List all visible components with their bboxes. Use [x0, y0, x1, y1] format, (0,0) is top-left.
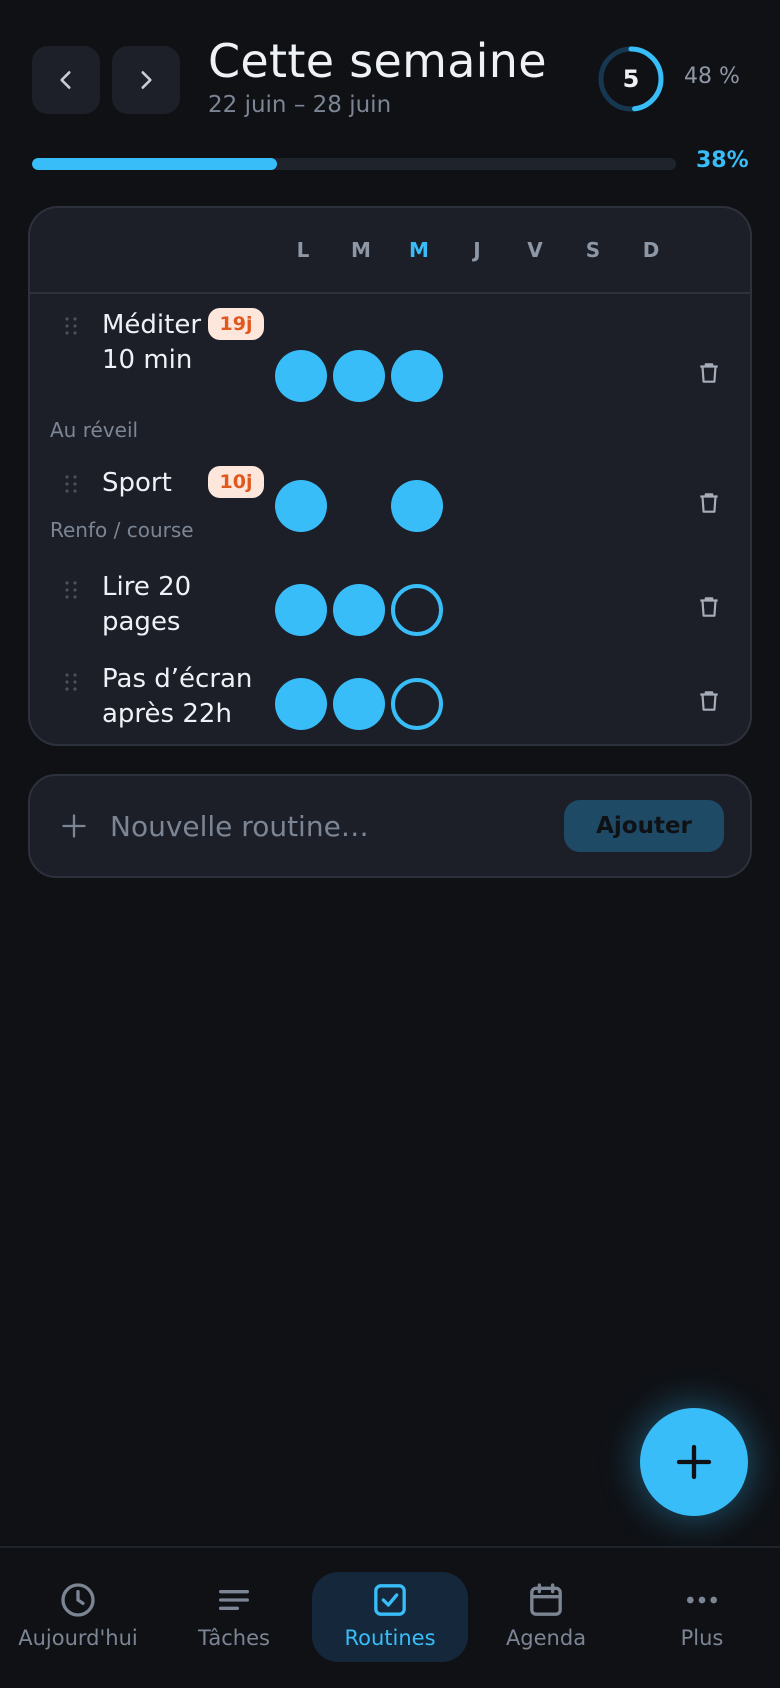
day-toggle-2[interactable]: [391, 678, 443, 730]
day-label-tue: M: [351, 238, 371, 262]
day-toggle-2[interactable]: [391, 350, 443, 402]
streak-badge: 10j: [208, 466, 264, 498]
day-toggle-1[interactable]: [333, 584, 385, 636]
more-icon: [687, 1596, 717, 1604]
chevron-left-icon: [60, 71, 71, 89]
day-toggle-4[interactable]: [507, 350, 559, 402]
day-toggle-1[interactable]: [333, 678, 385, 730]
day-toggle-6[interactable]: [623, 584, 675, 636]
day-toggle-5[interactable]: [565, 480, 617, 532]
trash-icon[interactable]: [696, 490, 722, 516]
day-toggle-0[interactable]: [275, 584, 327, 636]
day-label-thu: J: [473, 238, 481, 262]
check-square-icon: [374, 1584, 406, 1616]
routines-screen: Cette semaine 22 juin – 28 juin 5 48 % 3…: [0, 0, 780, 1688]
bottom-navigation: Aujourd'hui Tâches Routines Agenda Plus: [0, 1546, 780, 1688]
streak-badge: 19j: [208, 308, 264, 340]
week-progress-label: 38%: [696, 148, 749, 173]
tab-aujourdhui[interactable]: Aujourd'hui: [0, 1572, 156, 1662]
drag-handle-icon[interactable]: [64, 580, 78, 600]
previous-week-button[interactable]: [32, 46, 100, 114]
routine-subtitle: Au réveil: [50, 418, 139, 442]
tab-taches[interactable]: Tâches: [156, 1572, 312, 1662]
day-toggle-6[interactable]: [623, 350, 675, 402]
days-header: L M M J V S D: [30, 208, 750, 294]
day-toggle-0[interactable]: [275, 678, 327, 730]
add-routine-bar: Ajouter: [28, 774, 752, 878]
day-toggle-6[interactable]: [623, 480, 675, 532]
day-toggle-2[interactable]: [391, 480, 443, 532]
routines-card: L M M J V S D Méditer 10 min 19j Au réve…: [28, 206, 752, 746]
week-progress-bar: [32, 158, 676, 170]
day-toggle-3[interactable]: [449, 584, 501, 636]
next-week-button[interactable]: [112, 46, 180, 114]
tab-label: Agenda: [505, 1626, 587, 1650]
tab-agenda[interactable]: Agenda: [468, 1572, 624, 1662]
routine-row[interactable]: Sport 10j Renfo / course: [30, 454, 750, 556]
week-progress-fill: [32, 158, 277, 170]
tab-plus[interactable]: Plus: [624, 1572, 780, 1662]
day-toggle-3[interactable]: [449, 350, 501, 402]
routine-name: Méditer 10 min: [102, 310, 202, 375]
add-routine-button[interactable]: Ajouter: [564, 800, 724, 852]
chevron-right-icon: [141, 71, 152, 89]
day-toggle-1[interactable]: [333, 480, 385, 532]
day-label-sat: S: [585, 238, 601, 262]
routine-name: Pas d’écran après 22h: [102, 664, 253, 729]
day-toggle-6[interactable]: [623, 678, 675, 730]
list-icon: [219, 1590, 249, 1610]
day-toggle-3[interactable]: [449, 480, 501, 532]
tab-label: Plus: [680, 1626, 724, 1650]
plus-icon: [676, 1444, 712, 1480]
trash-icon[interactable]: [696, 688, 722, 714]
tab-routines[interactable]: Routines: [312, 1572, 468, 1662]
day-toggle-5[interactable]: [565, 350, 617, 402]
floating-add-button[interactable]: [640, 1408, 748, 1516]
day-toggle-4[interactable]: [507, 678, 559, 730]
day-toggle-1[interactable]: [333, 350, 385, 402]
drag-handle-icon[interactable]: [64, 316, 78, 336]
day-toggle-3[interactable]: [449, 678, 501, 730]
routine-row[interactable]: Pas d’écran après 22h: [30, 650, 750, 744]
calendar-icon: [530, 1583, 562, 1616]
drag-handle-icon[interactable]: [64, 474, 78, 494]
routine-name: Lire 20 pages: [102, 572, 192, 637]
day-toggle-2[interactable]: [391, 584, 443, 636]
routine-name: Sport: [102, 468, 172, 498]
tab-label: Aujourd'hui: [18, 1626, 138, 1650]
trash-icon[interactable]: [696, 360, 722, 386]
day-toggle-5[interactable]: [565, 584, 617, 636]
day-toggle-4[interactable]: [507, 480, 559, 532]
day-label-wed: M: [409, 238, 429, 262]
day-toggle-0[interactable]: [275, 350, 327, 402]
routine-subtitle: Renfo / course: [50, 518, 194, 542]
day-toggle-0[interactable]: [275, 480, 327, 532]
week-date-range: 22 juin – 28 juin: [208, 92, 392, 118]
ring-value: 5: [622, 65, 640, 93]
trash-icon[interactable]: [696, 594, 722, 620]
day-label-mon: L: [296, 238, 310, 262]
new-routine-input[interactable]: [110, 798, 510, 854]
routine-row[interactable]: Lire 20 pages: [30, 556, 750, 650]
plus-icon: [62, 814, 86, 838]
ring-percent: 48 %: [684, 64, 740, 89]
clock-icon: [61, 1583, 95, 1617]
tab-label: Routines: [344, 1626, 436, 1650]
routine-row[interactable]: Méditer 10 min 19j Au réveil: [30, 294, 750, 454]
day-toggle-4[interactable]: [507, 584, 559, 636]
drag-handle-icon[interactable]: [64, 672, 78, 692]
day-toggle-5[interactable]: [565, 678, 617, 730]
tab-label: Tâches: [198, 1626, 270, 1650]
day-label-fri: V: [527, 238, 543, 262]
day-label-sun: D: [642, 238, 660, 262]
page-title: Cette semaine: [208, 34, 547, 88]
